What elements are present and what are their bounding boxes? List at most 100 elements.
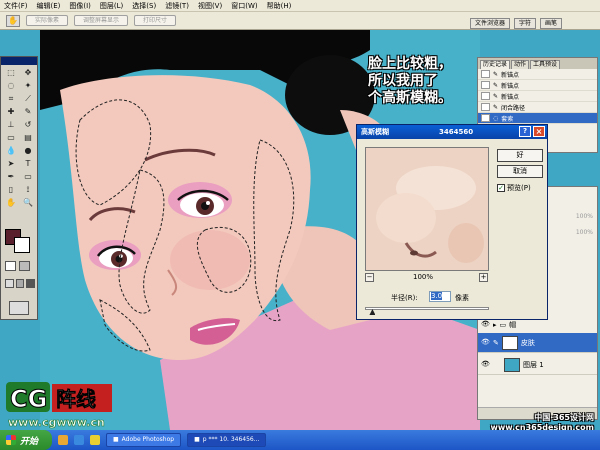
history-brush-checkbox[interactable] [481, 81, 490, 89]
menu-view[interactable]: 视图(V) [198, 1, 222, 11]
healing-brush-tool-icon[interactable]: ✚ [3, 106, 19, 118]
notes-tool-icon[interactable]: ▯ [3, 184, 19, 196]
quick-launch-folder-icon[interactable] [90, 435, 100, 445]
gradient-tool-icon[interactable]: ▤ [20, 132, 36, 144]
hand-tool-icon[interactable]: ✋ [6, 14, 20, 27]
path-selection-tool-icon[interactable]: ➤ [3, 158, 19, 170]
history-brush-checkbox[interactable] [481, 92, 490, 100]
taskbar-item-document[interactable]: ■ p *** 10. 346456... [187, 433, 267, 447]
history-brush-checkbox[interactable] [481, 70, 490, 78]
menu-layer[interactable]: 图层(L) [100, 1, 123, 11]
history-item[interactable]: ✎ 闭合路径 [478, 102, 597, 113]
svg-text:CG: CG [10, 385, 47, 413]
toolbox-titlebar[interactable] [1, 57, 37, 65]
layer-name: 帽 [509, 320, 517, 329]
history-item[interactable]: ✎ 新锚点 [478, 69, 597, 80]
windows-logo-icon [6, 435, 16, 445]
layer-thumbnail [504, 357, 520, 372]
lasso-tool-icon[interactable]: ◌ [3, 80, 19, 92]
marquee-tool-icon[interactable]: ⬚ [3, 67, 19, 79]
eraser-tool-icon[interactable]: ▭ [3, 132, 19, 144]
standard-screen-icon[interactable] [5, 279, 14, 288]
tab-brushes[interactable]: 画笔 [540, 18, 563, 29]
eye-icon[interactable]: 👁 [481, 320, 490, 329]
eyedropper-tool-icon[interactable]: ⟟ [20, 184, 36, 196]
history-brush-checkbox[interactable] [481, 103, 490, 111]
logo-graphic: CG 阵线 www.cgwww.cn [6, 382, 112, 429]
help-icon[interactable]: ? [519, 126, 531, 137]
menu-file[interactable]: 文件(F) [4, 1, 28, 11]
quick-launch-ie-icon[interactable] [74, 435, 84, 445]
svg-text:阵线: 阵线 [56, 387, 96, 411]
tab-character[interactable]: 字符 [514, 18, 537, 29]
menu-select[interactable]: 选择(S) [132, 1, 156, 11]
move-tool-icon[interactable]: ✥ [20, 67, 36, 79]
history-item-icon: ◌ [493, 114, 499, 122]
zoom-out-button[interactable]: − [365, 273, 374, 282]
eye-icon[interactable]: 👁 [481, 360, 490, 369]
radius-slider[interactable] [365, 307, 489, 310]
full-screen-icon[interactable] [26, 279, 36, 288]
layer-row[interactable]: 👁 图层 1 [478, 355, 597, 375]
tab-file-browser[interactable]: 文件浏览器 [470, 18, 511, 29]
pen-tool-icon[interactable]: ✒ [3, 171, 19, 183]
menu-window[interactable]: 窗口(W) [231, 1, 257, 11]
quick-launch-icon[interactable] [58, 435, 68, 445]
quick-mask-mode-icon[interactable] [19, 261, 30, 271]
opacity-value[interactable]: 100% [576, 213, 593, 220]
preview-checkbox[interactable]: ✓ 预览(P) [497, 183, 531, 193]
cancel-button[interactable]: 取消 [497, 165, 543, 178]
history-brush-tool-icon[interactable]: ↺ [20, 119, 36, 131]
checkmark-icon[interactable]: ✓ [497, 184, 505, 192]
menu-filter[interactable]: 滤镜(T) [165, 1, 189, 11]
slice-tool-icon[interactable]: ⟋ [20, 93, 36, 105]
ok-button[interactable]: 好 [497, 149, 543, 162]
start-button[interactable]: 开始 [0, 430, 52, 450]
jump-to-imageready-icon[interactable] [9, 301, 29, 315]
menu-help[interactable]: 帮助(H) [267, 1, 292, 11]
radius-input[interactable]: 3.0 [429, 291, 451, 302]
screen-mode-group [5, 279, 36, 289]
dodge-tool-icon[interactable]: ● [20, 145, 36, 157]
clone-stamp-tool-icon[interactable]: ⊥ [3, 119, 19, 131]
hand-tool-icon[interactable]: ✋ [3, 197, 19, 209]
fit-screen-button[interactable]: 调整屏幕显示 [74, 15, 129, 26]
fill-value[interactable]: 100% [576, 229, 593, 236]
chevron-right-icon[interactable]: ▸ [493, 321, 497, 329]
zoom-in-button[interactable]: + [479, 273, 488, 282]
tab-tool-presets[interactable]: 工具预设 [530, 60, 561, 69]
dialog-titlebar[interactable]: 高斯模糊 3464560 ? × [357, 125, 547, 139]
blur-tool-icon[interactable]: 💧 [3, 145, 19, 157]
menu-image[interactable]: 图像(I) [69, 1, 91, 11]
history-item[interactable]: ✎ 新锚点 [478, 80, 597, 91]
layer-row-selected[interactable]: 👁 ✎ 皮肤 [478, 333, 597, 353]
full-screen-menu-icon[interactable] [15, 279, 25, 288]
history-item[interactable]: ✎ 新锚点 [478, 91, 597, 102]
close-icon[interactable]: × [533, 126, 545, 137]
filter-preview[interactable] [365, 147, 489, 271]
brush-tool-icon[interactable]: ✎ [20, 106, 36, 118]
magic-wand-tool-icon[interactable]: ✦ [20, 80, 36, 92]
eye-icon[interactable]: 👁 [481, 338, 490, 347]
cg-logo: CG 阵线 www.cgwww.cn [6, 382, 156, 430]
taskbar-item-photoshop[interactable]: ■ Adobe Photoshop [106, 433, 182, 447]
background-color-swatch[interactable] [14, 237, 30, 253]
brush-icon: ✎ [493, 338, 499, 347]
history-brush-checkbox[interactable] [481, 114, 490, 122]
photoshop-icon: ■ [113, 436, 119, 443]
shape-tool-icon[interactable]: ▭ [20, 171, 36, 183]
tab-history[interactable]: 历史记录 [480, 60, 511, 69]
preview-label: 预览(P) [507, 184, 531, 192]
type-tool-icon[interactable]: T [20, 158, 36, 170]
history-item-icon: ✎ [493, 81, 499, 89]
print-size-button[interactable]: 打印尺寸 [134, 15, 177, 26]
history-item-label: 闭合路径 [501, 104, 526, 112]
crop-tool-icon[interactable]: ⌗ [3, 93, 19, 105]
tab-actions[interactable]: 动作 [511, 60, 530, 69]
zoom-tool-icon[interactable]: 🔍 [20, 197, 36, 209]
standard-mode-icon[interactable] [5, 261, 16, 271]
actual-pixels-button[interactable]: 实际像素 [26, 15, 69, 26]
zoom-level: 100% [413, 273, 434, 281]
menu-edit[interactable]: 编辑(E) [37, 1, 61, 11]
history-item-selected[interactable]: ◌ 套索 [478, 113, 597, 124]
